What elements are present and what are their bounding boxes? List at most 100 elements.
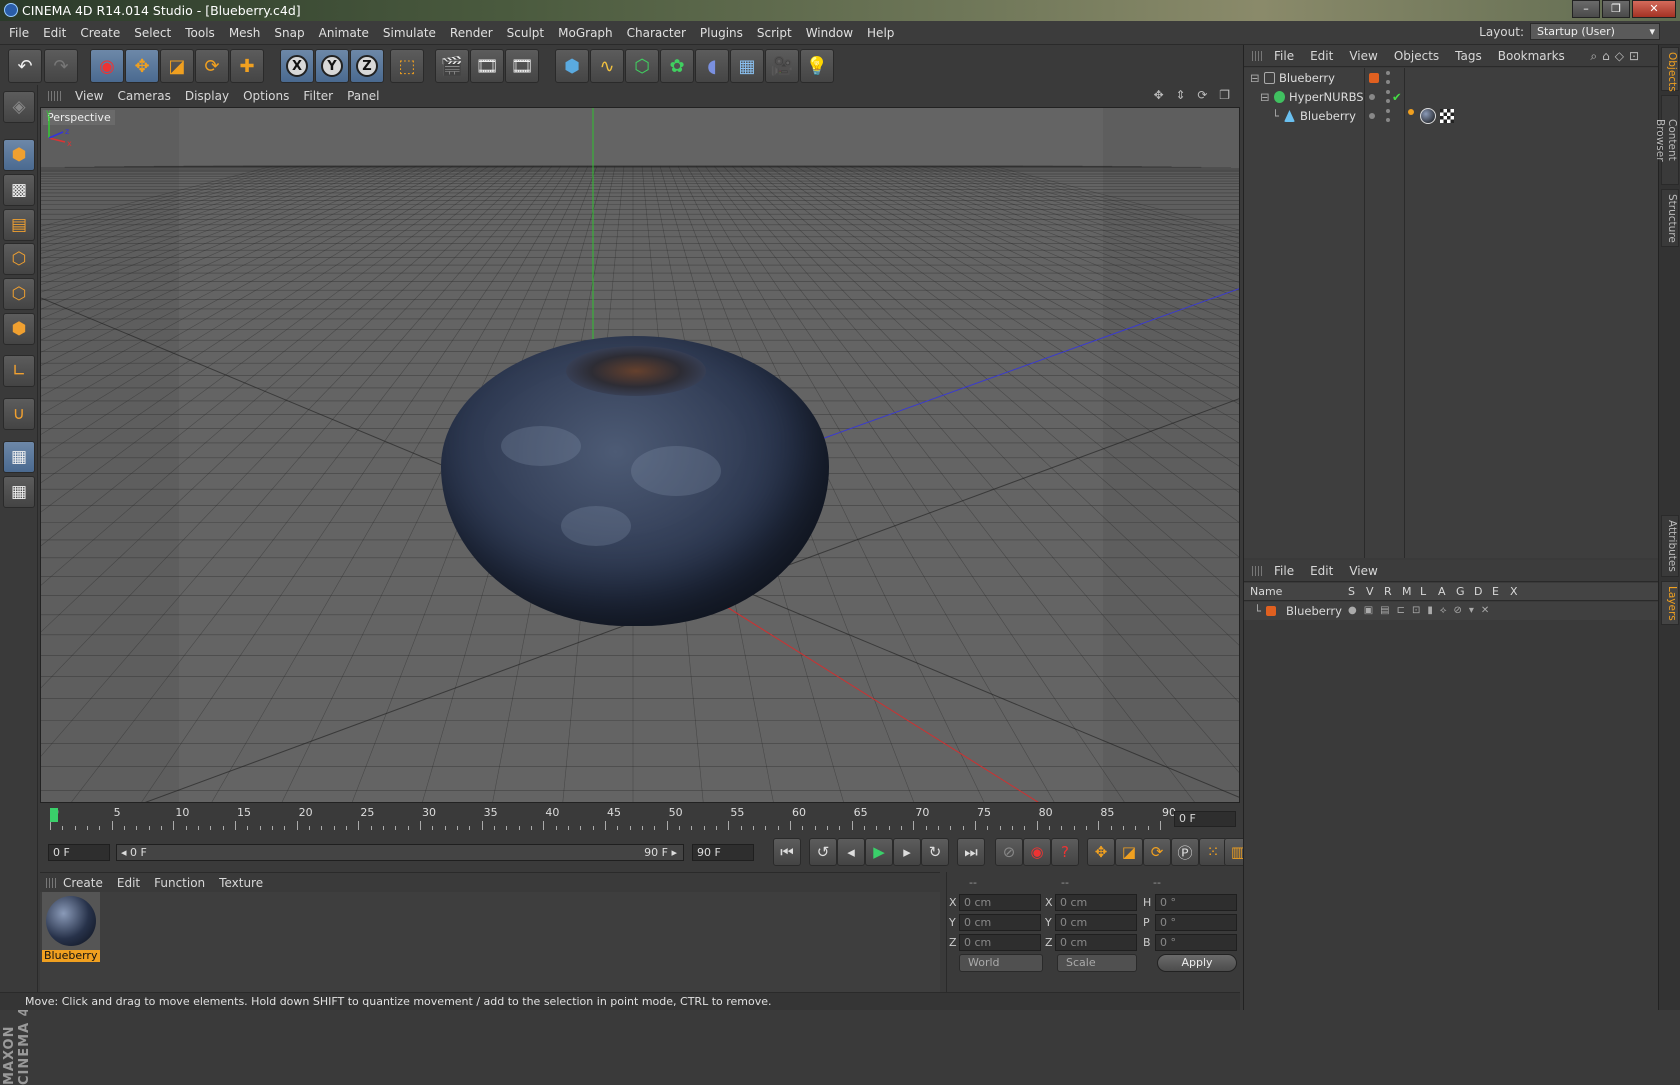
key-parameter-button[interactable]: Ⓟ bbox=[1171, 838, 1199, 866]
timeline-ruler[interactable]: 051015202530354045505560657075808590 0 F bbox=[40, 805, 1240, 833]
next-key-button[interactable]: ↻ bbox=[921, 838, 949, 866]
tab-objects[interactable]: Objects bbox=[1661, 47, 1679, 92]
make-editable-button[interactable]: ◈ bbox=[3, 91, 35, 123]
viewport-menu-panel[interactable]: Panel bbox=[340, 86, 386, 106]
x-axis-button[interactable]: X bbox=[280, 49, 314, 83]
om-menu-edit[interactable]: Edit bbox=[1302, 45, 1341, 67]
previous-frame-button[interactable]: ◂ bbox=[837, 838, 865, 866]
camera-button[interactable]: 🎥 bbox=[765, 49, 799, 83]
live-selection-button[interactable]: ◉ bbox=[90, 49, 124, 83]
viewport-menu-filter[interactable]: Filter bbox=[296, 86, 340, 106]
close-button[interactable]: ✕ bbox=[1632, 0, 1676, 18]
menu-mograph[interactable]: MoGraph bbox=[551, 21, 620, 45]
transform-tool-button[interactable]: ✚ bbox=[230, 49, 264, 83]
workplane-button[interactable]: ▤ bbox=[3, 209, 35, 241]
menu-tools[interactable]: Tools bbox=[178, 21, 222, 45]
viewport-nav-icons[interactable]: ✥ ⇕ ⟳ ❐ bbox=[1154, 88, 1234, 102]
menu-edit[interactable]: Edit bbox=[36, 21, 73, 45]
record-position-button[interactable]: ⊘ bbox=[995, 838, 1023, 866]
menu-script[interactable]: Script bbox=[750, 21, 799, 45]
layer-color-icon[interactable] bbox=[1266, 606, 1276, 616]
light-button[interactable]: 💡 bbox=[800, 49, 834, 83]
menu-create[interactable]: Create bbox=[73, 21, 127, 45]
y-axis-button[interactable]: Y bbox=[315, 49, 349, 83]
size-x-field[interactable]: 0 cm bbox=[1055, 894, 1137, 911]
position-x-field[interactable]: 0 cm bbox=[959, 894, 1041, 911]
visibility-editor-dot[interactable] bbox=[1386, 71, 1390, 75]
menu-sculpt[interactable]: Sculpt bbox=[500, 21, 551, 45]
lm-menu-edit[interactable]: Edit bbox=[1302, 560, 1341, 582]
key-position-button[interactable]: ✥ bbox=[1087, 838, 1115, 866]
menu-character[interactable]: Character bbox=[620, 21, 693, 45]
layer-flag-icons[interactable]: ●▣▤⊏⊡▮⟡⊘▾✕ bbox=[1348, 602, 1496, 620]
tab-attributes[interactable]: Attributes bbox=[1661, 515, 1679, 577]
menu-window[interactable]: Window bbox=[799, 21, 860, 45]
lm-menu-view[interactable]: View bbox=[1341, 560, 1385, 582]
menu-mesh[interactable]: Mesh bbox=[222, 21, 268, 45]
tree-row[interactable]: ⊟ HyperNURBS ✔ bbox=[1244, 87, 1659, 107]
end-frame-field[interactable]: 90 F bbox=[692, 844, 754, 861]
key-rotation-button[interactable]: ⟳ bbox=[1143, 838, 1171, 866]
visibility-editor-dot[interactable] bbox=[1386, 109, 1390, 113]
next-frame-button[interactable]: ▸ bbox=[893, 838, 921, 866]
size-mode-dropdown[interactable]: Scale bbox=[1057, 954, 1137, 972]
previous-key-button[interactable]: ↺ bbox=[809, 838, 837, 866]
rotation-b-field[interactable]: 0 ° bbox=[1155, 934, 1237, 951]
material-tag-icon[interactable] bbox=[1420, 108, 1436, 124]
viewport-menu-options[interactable]: Options bbox=[236, 86, 296, 106]
tab-structure[interactable]: Structure bbox=[1661, 189, 1679, 247]
render-view-button[interactable]: 🎬 bbox=[435, 49, 469, 83]
visibility-render-dot[interactable] bbox=[1386, 99, 1390, 103]
object-name[interactable]: Blueberry bbox=[1279, 68, 1335, 88]
go-to-end-button[interactable]: ⏭ bbox=[957, 838, 985, 866]
layout-select[interactable]: Startup (User) bbox=[1530, 23, 1660, 40]
render-picture-viewer-button[interactable]: 🎞 bbox=[470, 49, 504, 83]
snap-button[interactable]: ∪ bbox=[3, 398, 35, 430]
size-y-field[interactable]: 0 cm bbox=[1055, 914, 1137, 931]
material-menu-create[interactable]: Create bbox=[56, 873, 110, 893]
phong-tag-icon[interactable] bbox=[1408, 109, 1414, 115]
menu-plugins[interactable]: Plugins bbox=[693, 21, 750, 45]
viewport-menu-display[interactable]: Display bbox=[178, 86, 236, 106]
apply-button[interactable]: Apply bbox=[1157, 954, 1237, 972]
texture-mode-button[interactable]: ▩ bbox=[3, 174, 35, 206]
visibility-editor-dot[interactable] bbox=[1386, 90, 1390, 94]
cube-object-button[interactable]: ⬢ bbox=[555, 49, 589, 83]
menu-file[interactable]: File bbox=[0, 21, 36, 45]
layer-dot[interactable] bbox=[1369, 94, 1375, 100]
edges-mode-button[interactable]: ⬡ bbox=[3, 278, 35, 310]
layer-dot[interactable] bbox=[1369, 113, 1375, 119]
go-to-start-button[interactable]: ⏮ bbox=[773, 838, 801, 866]
object-name[interactable]: HyperNURBS bbox=[1289, 87, 1364, 107]
layer-name[interactable]: Blueberry bbox=[1286, 602, 1342, 620]
spline-button[interactable]: ∿ bbox=[590, 49, 624, 83]
current-frame-field[interactable]: 0 F bbox=[1174, 811, 1236, 827]
rotation-h-field[interactable]: 0 ° bbox=[1155, 894, 1237, 911]
viewport-menu-view[interactable]: View bbox=[68, 86, 110, 106]
model-mode-button[interactable]: ⬢ bbox=[3, 139, 35, 171]
key-scale-button[interactable]: ◪ bbox=[1115, 838, 1143, 866]
material-swatch[interactable]: Blueberry bbox=[42, 892, 100, 962]
menu-snap[interactable]: Snap bbox=[267, 21, 311, 45]
tree-row[interactable]: ⊟ Blueberry bbox=[1244, 68, 1659, 88]
menu-render[interactable]: Render bbox=[443, 21, 500, 45]
position-y-field[interactable]: 0 cm bbox=[959, 914, 1041, 931]
material-menu-texture[interactable]: Texture bbox=[212, 873, 270, 893]
autokey-button[interactable]: ? bbox=[1051, 838, 1079, 866]
minimize-button[interactable]: – bbox=[1572, 0, 1600, 18]
start-frame-field[interactable]: 0 F bbox=[48, 844, 110, 861]
points-mode-button[interactable]: ⬡ bbox=[3, 243, 35, 275]
menu-animate[interactable]: Animate bbox=[312, 21, 376, 45]
lock-workplane-button[interactable]: ▦ bbox=[3, 441, 35, 473]
material-menu-function[interactable]: Function bbox=[147, 873, 212, 893]
uvw-tag-icon[interactable] bbox=[1440, 109, 1454, 123]
play-button[interactable]: ▶ bbox=[865, 838, 893, 866]
preview-range-slider[interactable]: ◂ 0 F 90 F ▸ bbox=[116, 844, 684, 861]
tree-row[interactable]: └ Blueberry bbox=[1244, 106, 1659, 126]
lm-menu-file[interactable]: File bbox=[1266, 560, 1302, 582]
position-z-field[interactable]: 0 cm bbox=[959, 934, 1041, 951]
om-menu-tags[interactable]: Tags bbox=[1447, 45, 1490, 67]
key-pla-button[interactable]: ⁙ bbox=[1199, 838, 1227, 866]
object-name[interactable]: Blueberry bbox=[1300, 106, 1356, 126]
playhead[interactable] bbox=[50, 808, 58, 822]
